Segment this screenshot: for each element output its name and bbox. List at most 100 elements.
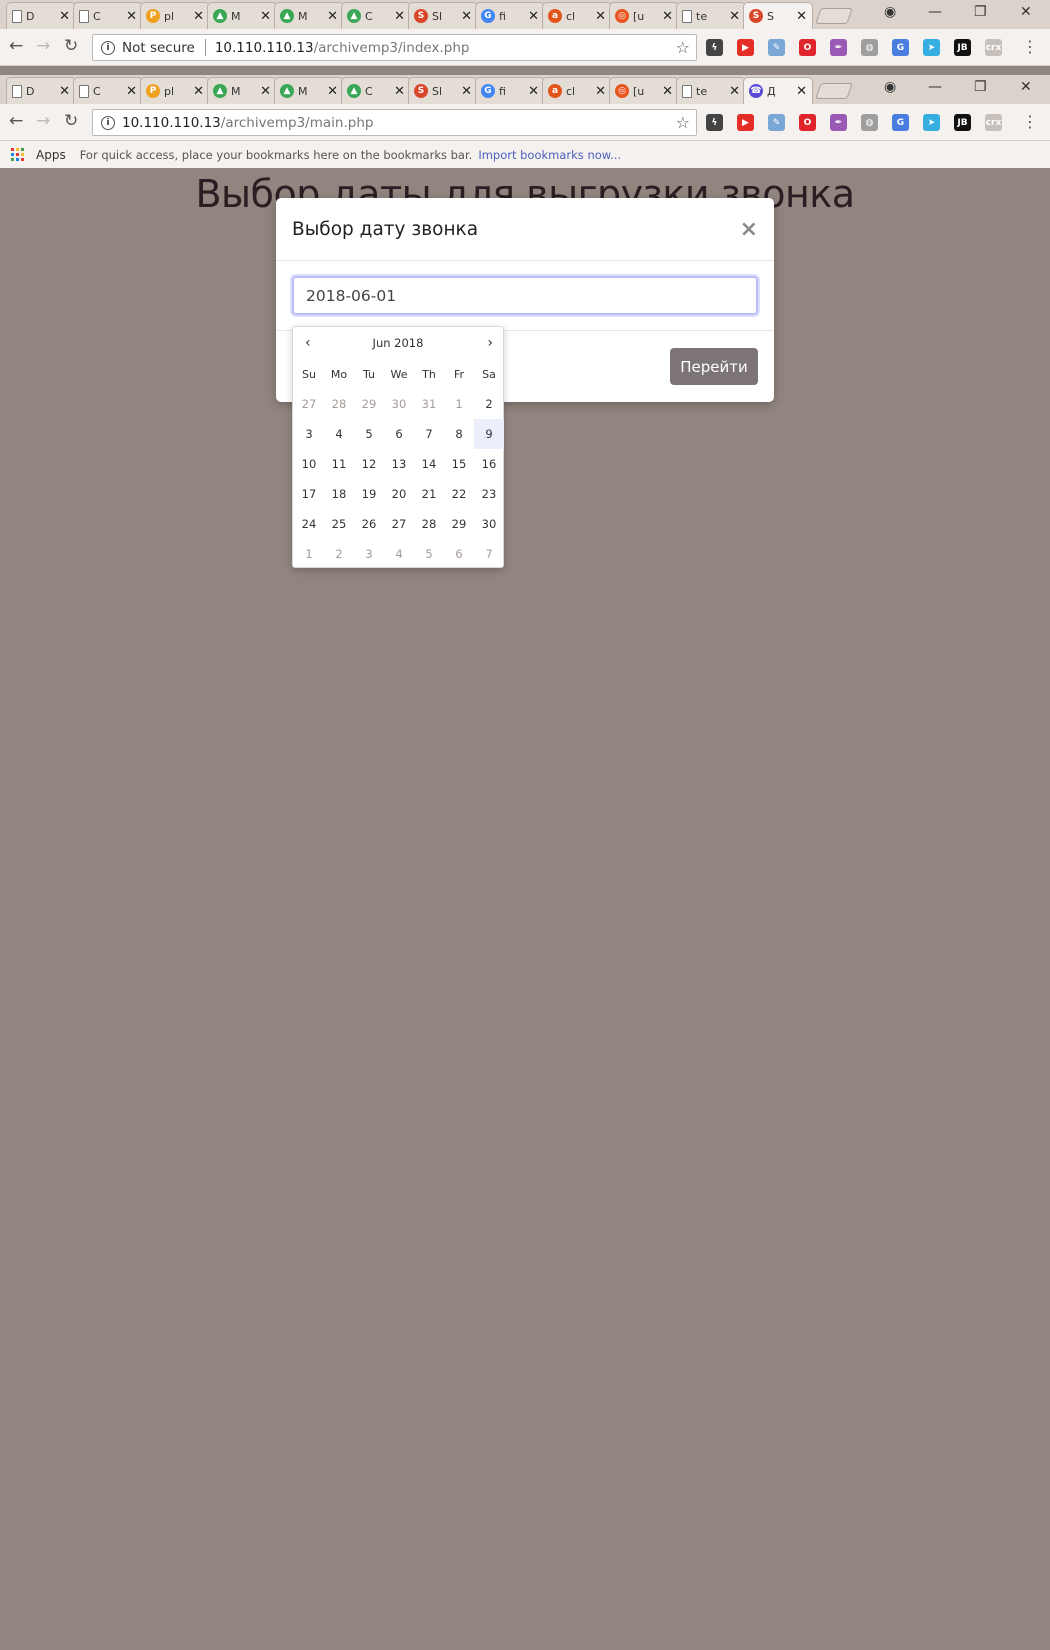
calendar-day[interactable]: 1	[444, 389, 474, 419]
telegram-icon[interactable]: ➤	[923, 39, 940, 56]
calendar-day[interactable]: 3	[294, 419, 324, 449]
jetbrains-icon[interactable]: JB	[954, 39, 971, 56]
calendar-day[interactable]: 27	[294, 389, 324, 419]
notes-icon[interactable]: ✎	[768, 114, 785, 131]
close-tab-icon[interactable]: ✕	[59, 84, 70, 99]
translate-icon[interactable]: G	[892, 39, 909, 56]
browser-tab[interactable]: ▲ M ✕	[207, 77, 277, 104]
calendar-day[interactable]: 10	[294, 449, 324, 479]
calendar-day[interactable]: 1	[294, 539, 324, 569]
translate-icon[interactable]: G	[892, 114, 909, 131]
calendar-day[interactable]: 18	[324, 479, 354, 509]
close-tab-icon[interactable]: ✕	[126, 9, 137, 24]
restore-icon[interactable]: ❐	[974, 79, 987, 95]
calendar-day[interactable]: 20	[384, 479, 414, 509]
browser-tab[interactable]: ▲ M ✕	[274, 2, 344, 29]
close-tab-icon[interactable]: ✕	[595, 84, 606, 99]
flash-icon[interactable]: ϟ	[706, 39, 723, 56]
calendar-day[interactable]: 29	[444, 509, 474, 539]
close-tab-icon[interactable]: ✕	[461, 9, 472, 24]
calendar-day[interactable]: 2	[474, 389, 504, 419]
browser-tab[interactable]: te ✕	[676, 77, 746, 104]
close-tab-icon[interactable]: ✕	[662, 84, 673, 99]
browser-tab[interactable]: Ppl ✕	[140, 2, 210, 29]
close-window-icon[interactable]: ✕	[1020, 4, 1032, 20]
close-tab-icon[interactable]: ✕	[394, 9, 405, 24]
close-tab-icon[interactable]: ✕	[394, 84, 405, 99]
calendar-day[interactable]: 4	[384, 539, 414, 569]
browser-tab[interactable]: ◎ [u ✕	[609, 77, 679, 104]
close-tab-icon[interactable]: ✕	[528, 84, 539, 99]
browser-tab[interactable]: te ✕	[676, 2, 746, 29]
calendar-day[interactable]: 8	[444, 419, 474, 449]
browser-tab[interactable]: D ✕	[6, 2, 76, 29]
browser-tab[interactable]: C ✕	[73, 77, 143, 104]
reload-icon[interactable]: ↻	[64, 111, 78, 131]
browser-tab[interactable]: S Sl ✕	[408, 77, 478, 104]
calendar-day[interactable]: 28	[324, 389, 354, 419]
feather-icon[interactable]: ✒	[830, 114, 847, 131]
calendar-day[interactable]: 9	[474, 419, 504, 449]
forward-arrow-icon[interactable]: →	[36, 36, 50, 56]
globe-icon[interactable]: ◍	[861, 39, 878, 56]
crx-icon[interactable]: crx	[985, 39, 1002, 56]
calendar-day[interactable]: 5	[354, 419, 384, 449]
close-tab-icon[interactable]: ✕	[528, 9, 539, 24]
calendar-day[interactable]: 3	[354, 539, 384, 569]
new-tab-button[interactable]	[815, 83, 853, 99]
notes-icon[interactable]: ✎	[768, 39, 785, 56]
calendar-day[interactable]: 5	[414, 539, 444, 569]
browser-tab[interactable]: ▲ C ✕	[341, 77, 411, 104]
opera-icon[interactable]: O	[799, 114, 816, 131]
calendar-day[interactable]: 17	[294, 479, 324, 509]
calendar-day[interactable]: 6	[384, 419, 414, 449]
calendar-day[interactable]: 27	[384, 509, 414, 539]
new-tab-button[interactable]	[815, 8, 853, 24]
browser-tab[interactable]: ▲ M ✕	[274, 77, 344, 104]
apps-grid-icon[interactable]	[11, 148, 24, 161]
back-arrow-icon[interactable]: ←	[9, 36, 23, 56]
calendar-day[interactable]: 16	[474, 449, 504, 479]
browser-tab[interactable]: a cl ✕	[542, 77, 612, 104]
close-tab-icon[interactable]: ✕	[796, 84, 807, 99]
feather-icon[interactable]: ✒	[830, 39, 847, 56]
forward-arrow-icon[interactable]: →	[36, 111, 50, 131]
calendar-day[interactable]: 29	[354, 389, 384, 419]
close-tab-icon[interactable]: ✕	[260, 9, 271, 24]
opera-icon[interactable]: O	[799, 39, 816, 56]
info-icon[interactable]: i	[101, 40, 115, 55]
reload-icon[interactable]: ↻	[64, 36, 78, 56]
minimize-icon[interactable]: —	[928, 79, 942, 95]
calendar-day[interactable]: 30	[384, 389, 414, 419]
close-tab-icon[interactable]: ✕	[595, 9, 606, 24]
close-tab-icon[interactable]: ✕	[260, 84, 271, 99]
address-bar[interactable]: i Not secure 10.110.110.13/archivemp3/in…	[92, 34, 697, 61]
calendar-day[interactable]: 2	[324, 539, 354, 569]
calendar-day[interactable]: 30	[474, 509, 504, 539]
browser-tab[interactable]: ▲ M ✕	[207, 2, 277, 29]
browser-tab[interactable]: Gfi ✕	[475, 77, 545, 104]
close-tab-icon[interactable]: ✕	[796, 9, 807, 24]
calendar-day[interactable]: 7	[474, 539, 504, 569]
crx-icon[interactable]: crx	[985, 114, 1002, 131]
calendar-day[interactable]: 22	[444, 479, 474, 509]
apps-shortcut[interactable]: Apps	[36, 148, 66, 162]
globe-icon[interactable]: ◍	[861, 114, 878, 131]
bookmark-star-icon[interactable]: ☆	[676, 38, 690, 57]
telegram-icon[interactable]: ➤	[923, 114, 940, 131]
calendar-day[interactable]: 26	[354, 509, 384, 539]
calendar-day[interactable]: 24	[294, 509, 324, 539]
close-tab-icon[interactable]: ✕	[327, 84, 338, 99]
calendar-day[interactable]: 11	[324, 449, 354, 479]
close-tab-icon[interactable]: ✕	[193, 9, 204, 24]
calendar-day[interactable]: 6	[444, 539, 474, 569]
calendar-day[interactable]: 15	[444, 449, 474, 479]
flash-icon[interactable]: ϟ	[706, 114, 723, 131]
go-button[interactable]: Перейти	[670, 348, 758, 385]
calendar-day[interactable]: 19	[354, 479, 384, 509]
youtube-icon[interactable]: ▶	[737, 114, 754, 131]
close-tab-icon[interactable]: ✕	[461, 84, 472, 99]
next-month-icon[interactable]: ›	[487, 335, 493, 351]
prev-month-icon[interactable]: ‹	[305, 335, 311, 351]
month-label[interactable]: Jun 2018	[373, 336, 424, 350]
